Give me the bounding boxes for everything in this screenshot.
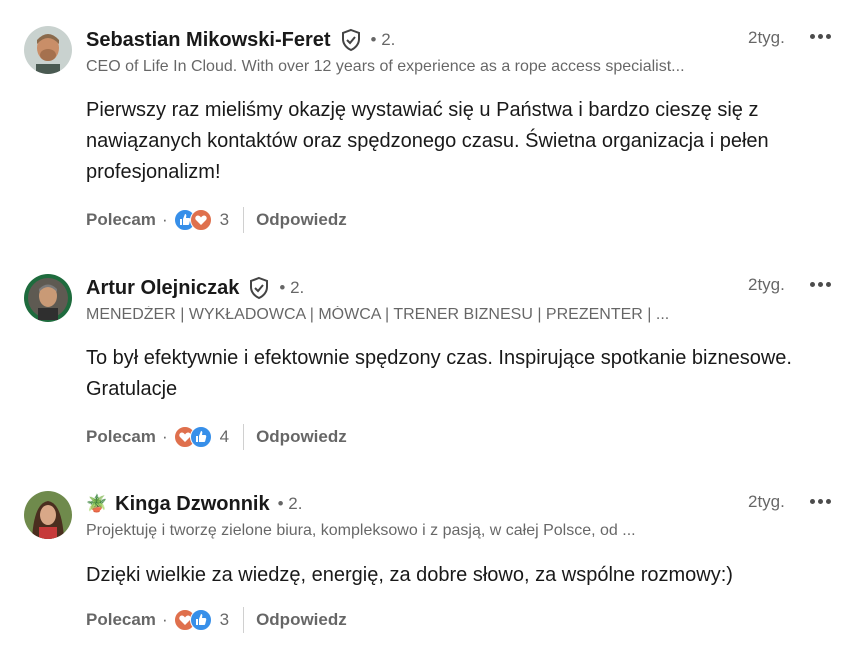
reply-button[interactable]: Odpowiedz: [256, 210, 347, 230]
reply-button[interactable]: Odpowiedz: [256, 427, 347, 447]
like-icon: [189, 426, 212, 448]
author-headline: CEO of Life In Cloud. With over 12 years…: [86, 58, 685, 75]
love-icon: [189, 209, 212, 231]
author-row: Artur Olejniczak • 2.: [86, 275, 304, 301]
comment-body: Pierwszy raz mieliśmy okazję wystawiać s…: [86, 99, 769, 183]
separator-dot: ·: [161, 427, 168, 446]
more-options-icon[interactable]: [808, 26, 834, 46]
like-icon: [189, 609, 212, 631]
more-options-icon[interactable]: [808, 491, 834, 511]
divider: [243, 424, 245, 450]
verified-shield-icon: [247, 276, 271, 300]
reactions[interactable]: [173, 426, 212, 448]
avatar[interactable]: [24, 274, 72, 322]
connection-degree: • 2.: [279, 278, 305, 297]
author-headline: MENEDŻER | WYKŁADOWCA | MÓWCA | TRENER B…: [86, 306, 670, 323]
reactions[interactable]: [173, 209, 212, 231]
comment-actions: Polecam · 3 Odpowiedz: [86, 207, 347, 233]
connection-degree: • 2.: [277, 494, 303, 513]
recommend-button[interactable]: Polecam: [86, 210, 156, 230]
author-row: Sebastian Mikowski-Feret • 2.: [86, 27, 395, 53]
comment-body: To był efektywnie i efektownie spędzony …: [86, 347, 792, 400]
more-options-icon[interactable]: [808, 274, 834, 294]
comment-time: 2tyg.: [748, 492, 785, 511]
avatar[interactable]: [24, 26, 72, 74]
reaction-count[interactable]: 3: [220, 210, 229, 230]
comment-actions: Polecam · 3 Odpowiedz: [86, 607, 347, 633]
recommend-button[interactable]: Polecam: [86, 610, 156, 630]
comment-body: Dzięki wielkie za wiedzę, energię, za do…: [86, 564, 733, 586]
separator-dot: ·: [161, 210, 168, 229]
separator-dot: ·: [161, 610, 168, 629]
divider: [243, 207, 245, 233]
comment-time: 2tyg.: [748, 275, 785, 294]
avatar[interactable]: [24, 491, 72, 539]
author-name[interactable]: Sebastian Mikowski-Feret: [86, 29, 331, 52]
comment-time: 2tyg.: [748, 28, 785, 47]
author-row: 🪴 Kinga Dzwonnik • 2.: [86, 491, 302, 517]
reply-button[interactable]: Odpowiedz: [256, 610, 347, 630]
reactions[interactable]: [173, 609, 212, 631]
recommend-button[interactable]: Polecam: [86, 427, 156, 447]
author-name[interactable]: Artur Olejniczak: [86, 277, 239, 300]
connection-degree: • 2.: [370, 30, 396, 49]
reaction-count[interactable]: 3: [220, 610, 229, 630]
verified-shield-icon: [339, 28, 363, 52]
author-name[interactable]: Kinga Dzwonnik: [115, 493, 269, 516]
comment-actions: Polecam · 4 Odpowiedz: [86, 424, 347, 450]
author-headline: Projektuję i tworzę zielone biura, kompl…: [86, 522, 636, 539]
divider: [243, 607, 245, 633]
reaction-count[interactable]: 4: [220, 427, 229, 447]
potted-plant-icon: 🪴: [86, 494, 108, 513]
